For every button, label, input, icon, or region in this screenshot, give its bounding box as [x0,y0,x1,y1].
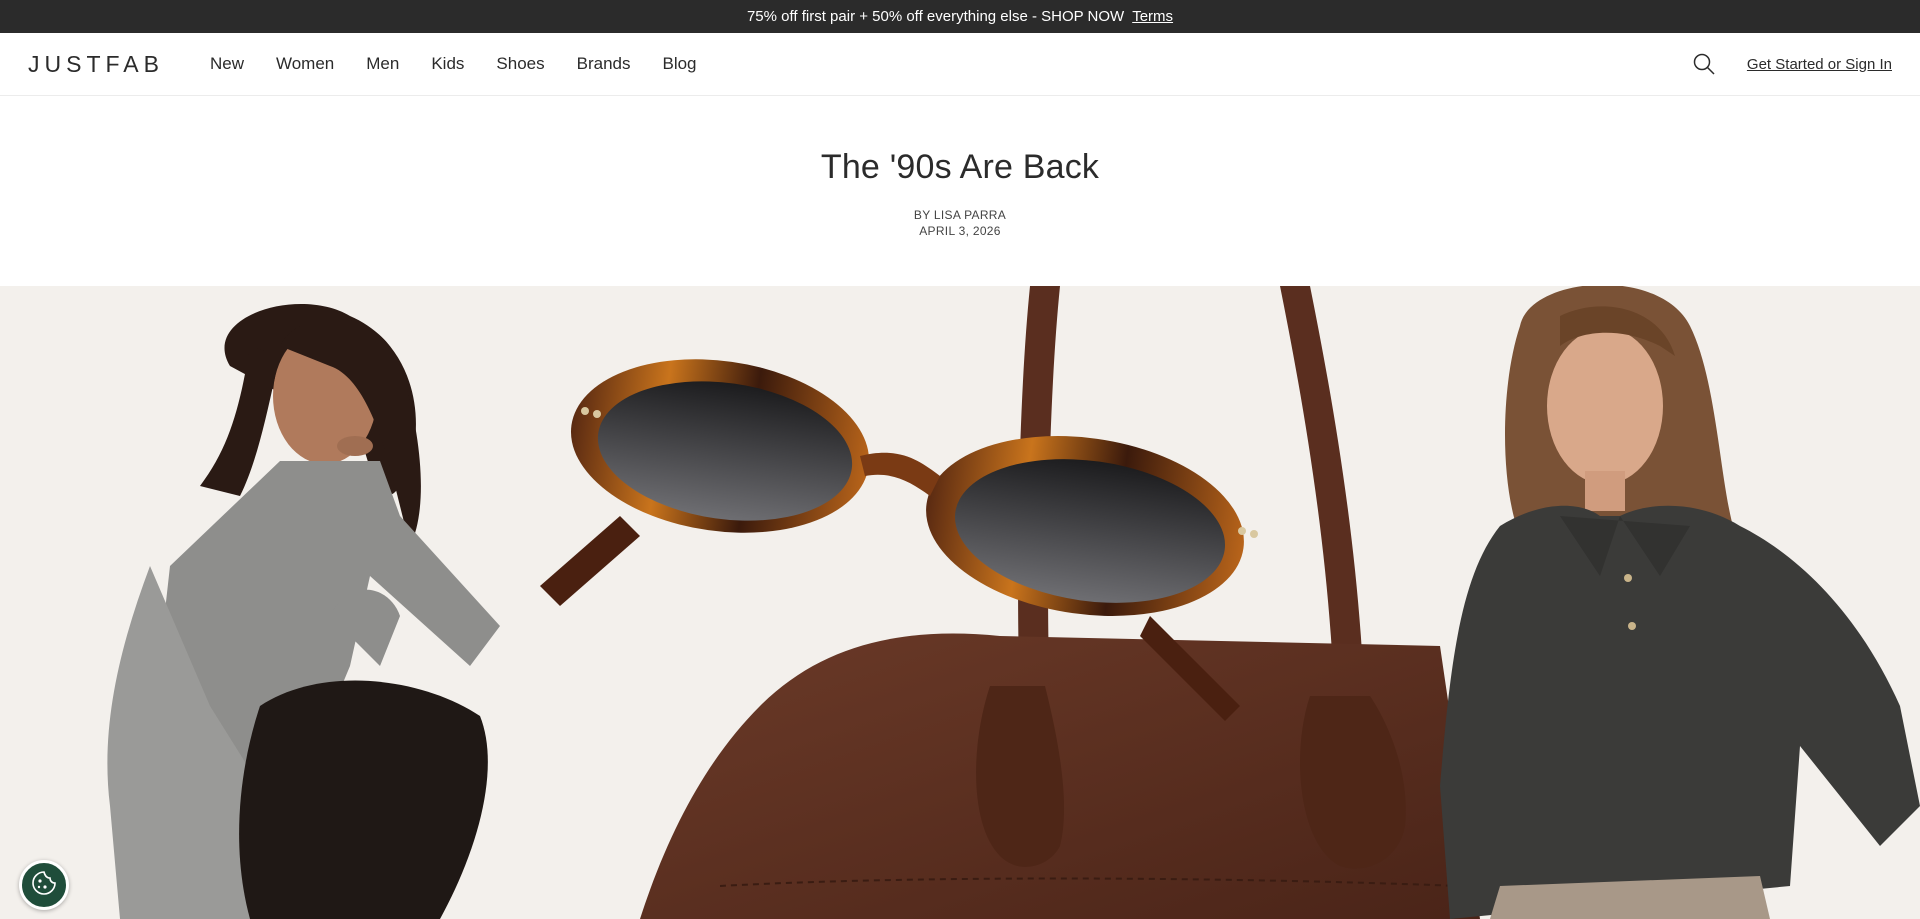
nav-item-new[interactable]: New [194,54,260,74]
logo[interactable]: JUSTFAB [28,51,164,78]
header-actions: Get Started or Sign In [1693,52,1892,76]
nav-item-blog[interactable]: Blog [646,54,712,74]
article-byline: BY LISA PARRA [913,208,1007,222]
promo-bar: 75% off first pair + 50% off everything … [0,0,1920,33]
nav-item-brands[interactable]: Brands [561,54,647,74]
model-left-figure [107,304,500,919]
hero-collage [0,286,1920,919]
site-header: JUSTFAB New Women Men Kids Shoes Brands … [0,33,1920,96]
model-right-figure [1440,286,1920,919]
nav-item-kids[interactable]: Kids [415,54,480,74]
search-icon[interactable] [1693,52,1717,76]
signin-link[interactable]: Get Started or Sign In [1747,56,1892,73]
terms-link[interactable]: Terms [1132,8,1173,25]
hero-image [107,286,1920,919]
nav-item-shoes[interactable]: Shoes [480,54,560,74]
main-nav: New Women Men Kids Shoes Brands Blog [194,54,713,74]
article-title: The '90s Are Back [820,148,1100,186]
promo-text[interactable]: 75% off first pair + 50% off everything … [747,8,1124,25]
nav-item-women[interactable]: Women [260,54,350,74]
article-header: The '90s Are Back BY LISA PARRA APRIL 3,… [0,96,1920,285]
cookie-settings-button[interactable] [19,860,69,910]
cookie-icon [31,870,57,901]
nav-item-men[interactable]: Men [350,54,415,74]
article-meta: BY LISA PARRA APRIL 3, 2026 [0,207,1920,239]
article-date: APRIL 3, 2026 [919,224,1001,238]
